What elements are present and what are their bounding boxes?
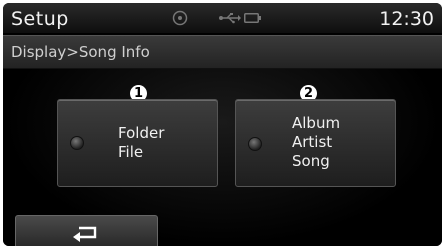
option-line: File: [118, 143, 144, 161]
option-line: Artist: [292, 133, 333, 151]
option-label: Folder File: [118, 124, 164, 162]
option-album-artist-song[interactable]: Album Artist Song: [235, 99, 396, 187]
breadcrumb-bar: Display>Song Info: [3, 35, 442, 69]
back-button[interactable]: [15, 215, 158, 246]
disc-icon: [172, 10, 188, 26]
option-folder-file[interactable]: Folder File: [57, 99, 218, 187]
clock: 12:30: [379, 8, 434, 30]
top-status-bar: Setup 12:30: [3, 3, 442, 33]
option-label: Album Artist Song: [292, 114, 340, 171]
battery-icon: [244, 13, 261, 23]
usb-icon: [219, 13, 241, 24]
page-title: Setup: [11, 8, 69, 30]
screen-frame: Setup 12:30 Display>Song Info 1 2 Folder…: [0, 0, 445, 249]
option-line: Folder: [118, 124, 165, 142]
breadcrumb: Display>Song Info: [11, 43, 150, 61]
radio-icon: [248, 137, 262, 151]
radio-icon: [70, 136, 84, 150]
option-line: Song: [292, 152, 330, 170]
back-arrow-icon: [73, 226, 97, 242]
option-line: Album: [292, 114, 341, 132]
display-screen: Setup 12:30 Display>Song Info 1 2 Folder…: [3, 3, 442, 246]
